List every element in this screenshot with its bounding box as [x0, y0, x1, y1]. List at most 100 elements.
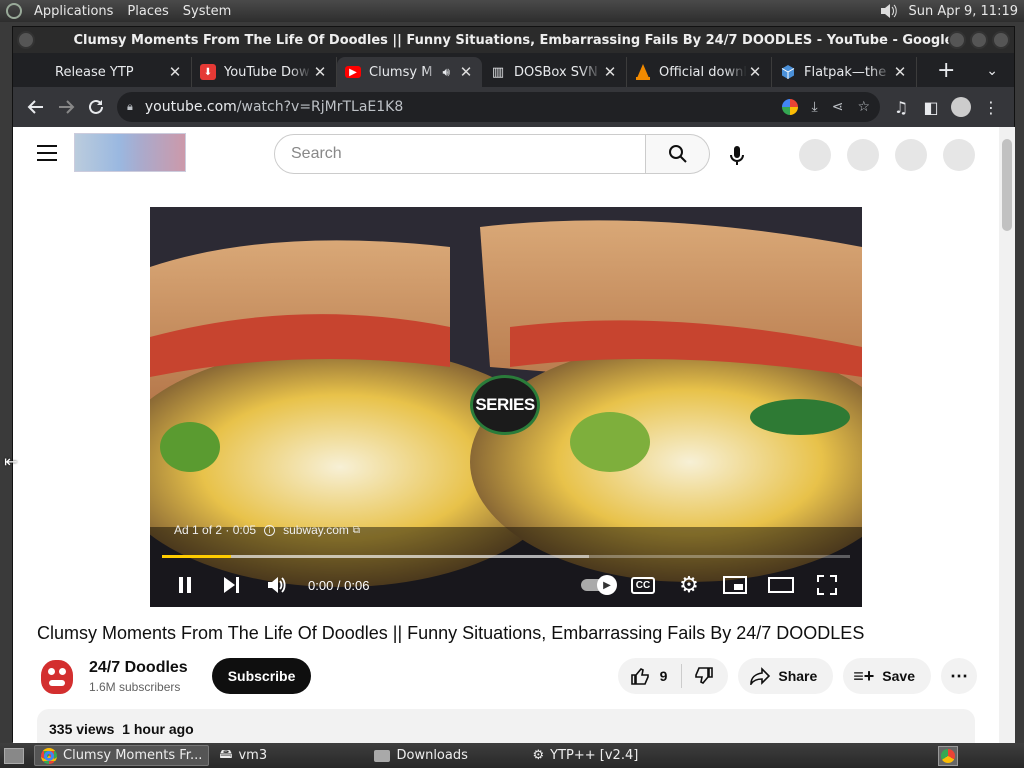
tab-close-icon[interactable]: ✕ [458, 63, 474, 81]
progress-bar[interactable] [162, 555, 850, 558]
channel-row: 24/7 Doodles 1.6M subscribers Subscribe … [37, 655, 977, 697]
scrollbar-thumb[interactable] [1002, 139, 1012, 231]
tab-close-icon[interactable]: ✕ [167, 63, 183, 81]
taskbar-item-downloads[interactable]: Downloads [368, 745, 522, 766]
youtube-icon: ▶ [345, 66, 361, 78]
tab-close-icon[interactable]: ✕ [892, 63, 908, 81]
tab-close-icon[interactable]: ✕ [747, 63, 763, 81]
tab-clumsy-moments[interactable]: ▶ Clumsy M 🔊︎ ✕ [337, 57, 482, 87]
autoplay-toggle[interactable]: ▶ [574, 563, 620, 607]
taskbar-item-ytp[interactable]: ⚙︎ YTP++ [v2.4] [526, 745, 644, 766]
chrome-icon [41, 747, 57, 764]
create-placeholder-icon[interactable] [799, 139, 831, 171]
install-app-icon[interactable]: ⤓ [812, 99, 818, 115]
download-red-icon: ⬇ [200, 64, 216, 80]
side-panel-icon[interactable]: ◧ [916, 92, 946, 122]
subscriber-count: 1.6M subscribers [89, 679, 181, 694]
system-taskbar: Clumsy Moments Fr... 🖴 vm3 Downloads ⚙︎ … [0, 743, 1024, 768]
share-button[interactable]: Share [738, 658, 834, 694]
gnome-foot-icon[interactable] [6, 3, 22, 19]
browser-toolbar: 🔒︎ youtube.com/watch?v=RjMrTLaE1K8 ⤓ ⋖ ☆… [13, 87, 1014, 127]
close-window-button[interactable] [992, 31, 1010, 49]
chrome-menu-icon[interactable]: ⋮ [976, 92, 1006, 122]
series-logo: SERIES [470, 375, 540, 435]
maximize-button[interactable] [970, 31, 988, 49]
theater-mode-button[interactable] [758, 563, 804, 607]
miniplayer-button[interactable] [712, 563, 758, 607]
hamburger-menu-icon[interactable] [37, 145, 57, 161]
volume-button[interactable] [254, 563, 300, 607]
video-title: Clumsy Moments From The Life Of Doodles … [37, 623, 865, 643]
minimize-button[interactable] [948, 31, 966, 49]
more-actions-button[interactable]: ⋯ [941, 658, 977, 694]
forward-arrow-icon[interactable] [51, 92, 81, 122]
captions-button[interactable]: CC [620, 563, 666, 607]
tab-close-icon[interactable]: ✕ [312, 63, 328, 81]
taskbar-item-chrome[interactable]: Clumsy Moments Fr... [34, 745, 210, 766]
system-top-panel: Applications Places System Sun Apr 9, 11… [0, 0, 1024, 22]
search-button[interactable] [646, 134, 710, 174]
view-stats: 335 views 1 hour ago [49, 721, 194, 737]
tab-flatpak[interactable]: Flatpak—the ✕ [772, 57, 917, 87]
channel-name[interactable]: 24/7 Doodles [89, 659, 188, 677]
page-scrollbar[interactable] [999, 127, 1015, 743]
next-button[interactable] [208, 563, 254, 607]
tray-chrome-icon[interactable] [938, 745, 958, 766]
profile-avatar-icon[interactable] [946, 92, 976, 122]
clock[interactable]: Sun Apr 9, 11:19 [909, 4, 1018, 19]
window-titlebar[interactable]: Clumsy Moments From The Life Of Doodles … [13, 27, 1014, 53]
lock-icon[interactable]: 🔒︎ [127, 100, 133, 114]
channel-avatar[interactable] [37, 656, 77, 696]
menu-system[interactable]: System [183, 4, 231, 19]
reload-icon[interactable] [81, 92, 111, 122]
channel-logo-image[interactable] [74, 133, 186, 172]
settings-button[interactable]: ⚙ [666, 563, 712, 607]
new-tab-icon[interactable]: + [937, 58, 955, 83]
ad-domain-link[interactable]: subway.com [283, 523, 349, 537]
search-input[interactable]: Search [274, 134, 646, 174]
menu-applications[interactable]: Applications [34, 4, 113, 19]
fullscreen-button[interactable] [804, 563, 850, 607]
tab-close-icon[interactable]: ✕ [602, 63, 618, 81]
window-menu-button[interactable] [17, 31, 35, 49]
account-placeholder-icon[interactable] [943, 139, 975, 171]
tab-release-ytp[interactable]: Release YTP ✕ [47, 57, 192, 87]
tab-dosbox-svn[interactable]: ▥ DOSBox SVN ✕ [482, 57, 627, 87]
volume-icon[interactable] [879, 2, 899, 20]
tab-youtube-downloader[interactable]: ⬇ YouTube Dow ✕ [192, 57, 337, 87]
share-arrow-icon [750, 667, 771, 685]
like-button[interactable]: 9 [618, 664, 683, 688]
info-icon[interactable]: i [264, 524, 276, 536]
share-icon[interactable]: ⋖ [832, 99, 844, 115]
microphone-icon[interactable] [729, 145, 745, 167]
taskbar-item-vm3[interactable]: 🖴 vm3 [213, 745, 364, 766]
dislike-button[interactable] [682, 666, 728, 686]
url-path: /watch?v=RjMrTLaE1K8 [236, 99, 404, 115]
pause-button[interactable] [162, 563, 208, 607]
google-lens-icon[interactable] [781, 99, 798, 115]
building-icon: ▥ [491, 64, 505, 80]
address-bar[interactable]: 🔒︎ youtube.com/watch?v=RjMrTLaE1K8 ⤓ ⋖ ☆ [117, 92, 880, 122]
tab-label: Release YTP [55, 64, 134, 80]
video-player[interactable]: SERIES Ad 1 of 2 · 0:05 i subway.com ⧉ 0… [150, 207, 862, 607]
description-box[interactable]: 335 views 1 hour ago [37, 709, 975, 743]
tab-label: Clumsy M [369, 64, 433, 80]
bookmark-star-icon[interactable]: ☆ [857, 99, 870, 115]
more-horizontal-icon: ⋯ [950, 665, 968, 686]
show-desktop-icon[interactable] [4, 747, 24, 764]
media-controls-icon[interactable]: ♫ [886, 92, 916, 122]
notifications-placeholder-icon[interactable] [895, 139, 927, 171]
ad-counter: Ad 1 of 2 · 0:05 [174, 523, 257, 537]
save-button[interactable]: ≡+ Save [843, 658, 931, 694]
skip-next-icon [224, 577, 239, 593]
ad-info: Ad 1 of 2 · 0:05 i subway.com ⧉ [174, 523, 360, 537]
subscribe-button[interactable]: Subscribe [211, 658, 312, 694]
like-dislike-group: 9 [617, 658, 729, 694]
back-arrow-icon[interactable] [21, 92, 51, 122]
menu-places[interactable]: Places [127, 4, 168, 19]
apps-placeholder-icon[interactable] [847, 139, 879, 171]
fullscreen-icon [817, 575, 837, 595]
tab-search-chevron-icon[interactable]: ⌄ [986, 63, 998, 79]
tab-vlc-download[interactable]: Official downl ✕ [627, 57, 772, 87]
audio-playing-icon[interactable]: 🔊︎ [442, 65, 450, 80]
